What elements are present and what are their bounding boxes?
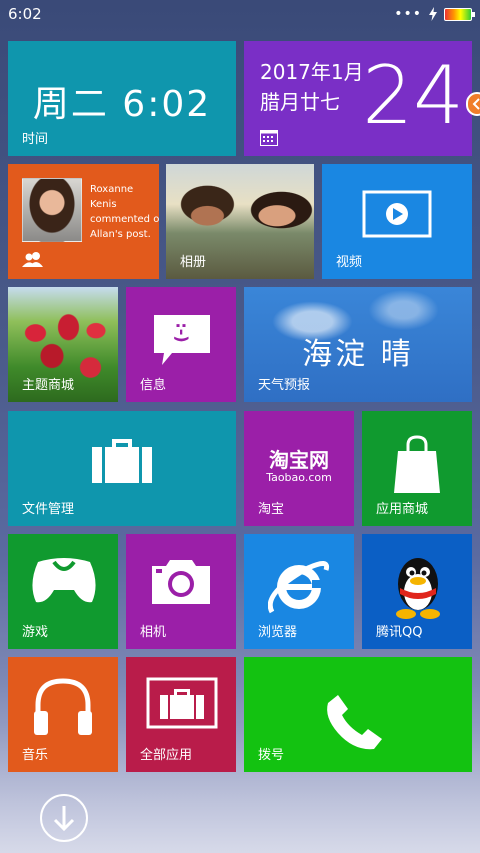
- theme-store-label: 主题商城: [22, 378, 75, 393]
- social-tile[interactable]: Roxanne Kenis commented o Allan's post.: [8, 164, 159, 279]
- charging-icon: [429, 7, 437, 21]
- calendar-icon: [260, 130, 278, 146]
- app-store-tile[interactable]: 应用商城: [362, 411, 472, 526]
- xbox-controller-icon: [32, 558, 96, 603]
- taobao-tile[interactable]: 淘宝网 Taobao.com 淘宝: [244, 411, 354, 526]
- message-tile[interactable]: :-) 信息: [126, 287, 236, 402]
- down-button[interactable]: [40, 794, 88, 842]
- clock-label: 时间: [22, 132, 49, 147]
- status-time: 6:02: [8, 5, 42, 23]
- browser-tile[interactable]: 浏览器: [244, 534, 354, 649]
- theme-store-tile[interactable]: 主题商城: [8, 287, 118, 402]
- all-apps-label: 全部应用: [140, 748, 193, 763]
- weather-text: 海淀 晴: [302, 337, 414, 372]
- taobao-url: Taobao.com: [266, 471, 332, 484]
- people-icon: [22, 252, 43, 267]
- headphones-icon: [34, 678, 92, 735]
- briefcase-icon: [92, 439, 152, 483]
- apps-briefcase-icon: [146, 677, 218, 729]
- status-bar: 6:02 •••: [0, 0, 480, 28]
- battery-icon: [444, 7, 475, 21]
- video-label: 视频: [336, 255, 363, 270]
- browser-label: 浏览器: [258, 625, 298, 640]
- down-arrow-icon: [53, 806, 75, 832]
- weather-tile[interactable]: 海淀 晴 天气预报: [244, 287, 472, 402]
- app-store-label: 应用商城: [376, 502, 429, 517]
- dial-tile[interactable]: 拨号: [244, 657, 472, 772]
- calendar-lunar: 腊月廿七: [260, 90, 340, 114]
- taobao-label: 淘宝: [258, 502, 285, 517]
- weather-label: 天气预报: [258, 378, 311, 393]
- album-label: 相册: [180, 255, 207, 270]
- qq-tile[interactable]: 腾讯QQ: [362, 534, 472, 649]
- edge-handle[interactable]: [466, 92, 480, 116]
- taobao-logo: 淘宝网: [269, 448, 329, 472]
- shopping-bag-icon: [394, 435, 440, 493]
- camera-label: 相机: [140, 625, 167, 640]
- penguin-icon: [396, 558, 440, 619]
- camera-tile[interactable]: 相机: [126, 534, 236, 649]
- file-manager-label: 文件管理: [22, 502, 75, 517]
- calendar-month: 2017年1月: [260, 60, 364, 84]
- calendar-tile[interactable]: 2017年1月 腊月廿七 24: [244, 41, 472, 156]
- qq-label: 腾讯QQ: [376, 625, 423, 640]
- avatar: [22, 178, 82, 242]
- calendar-date: 2017年1月 腊月廿七: [260, 57, 364, 117]
- chevron-left-icon: [472, 98, 480, 110]
- music-tile[interactable]: 音乐: [8, 657, 118, 772]
- file-manager-tile[interactable]: 文件管理: [8, 411, 236, 526]
- music-label: 音乐: [22, 748, 49, 763]
- dial-label: 拨号: [258, 748, 285, 763]
- video-tile[interactable]: 视频: [322, 164, 472, 279]
- clock-tile[interactable]: 周二 6:02 时间: [8, 41, 236, 156]
- phone-icon: [327, 695, 382, 750]
- message-emoticon: :-): [172, 322, 192, 343]
- clock-text: 周二 6:02: [32, 84, 212, 125]
- all-apps-tile[interactable]: 全部应用: [126, 657, 236, 772]
- more-dots: •••: [394, 6, 422, 22]
- message-label: 信息: [140, 378, 167, 393]
- game-label: 游戏: [22, 625, 49, 640]
- play-icon: [362, 190, 432, 238]
- status-icons: •••: [394, 0, 475, 28]
- camera-icon: [152, 560, 210, 604]
- calendar-day: 24: [362, 49, 464, 142]
- game-tile[interactable]: 游戏: [8, 534, 118, 649]
- album-tile[interactable]: 相册: [166, 164, 314, 279]
- ie-browser-icon: [268, 561, 330, 614]
- social-text: Roxanne Kenis commented o Allan's post.: [90, 184, 159, 240]
